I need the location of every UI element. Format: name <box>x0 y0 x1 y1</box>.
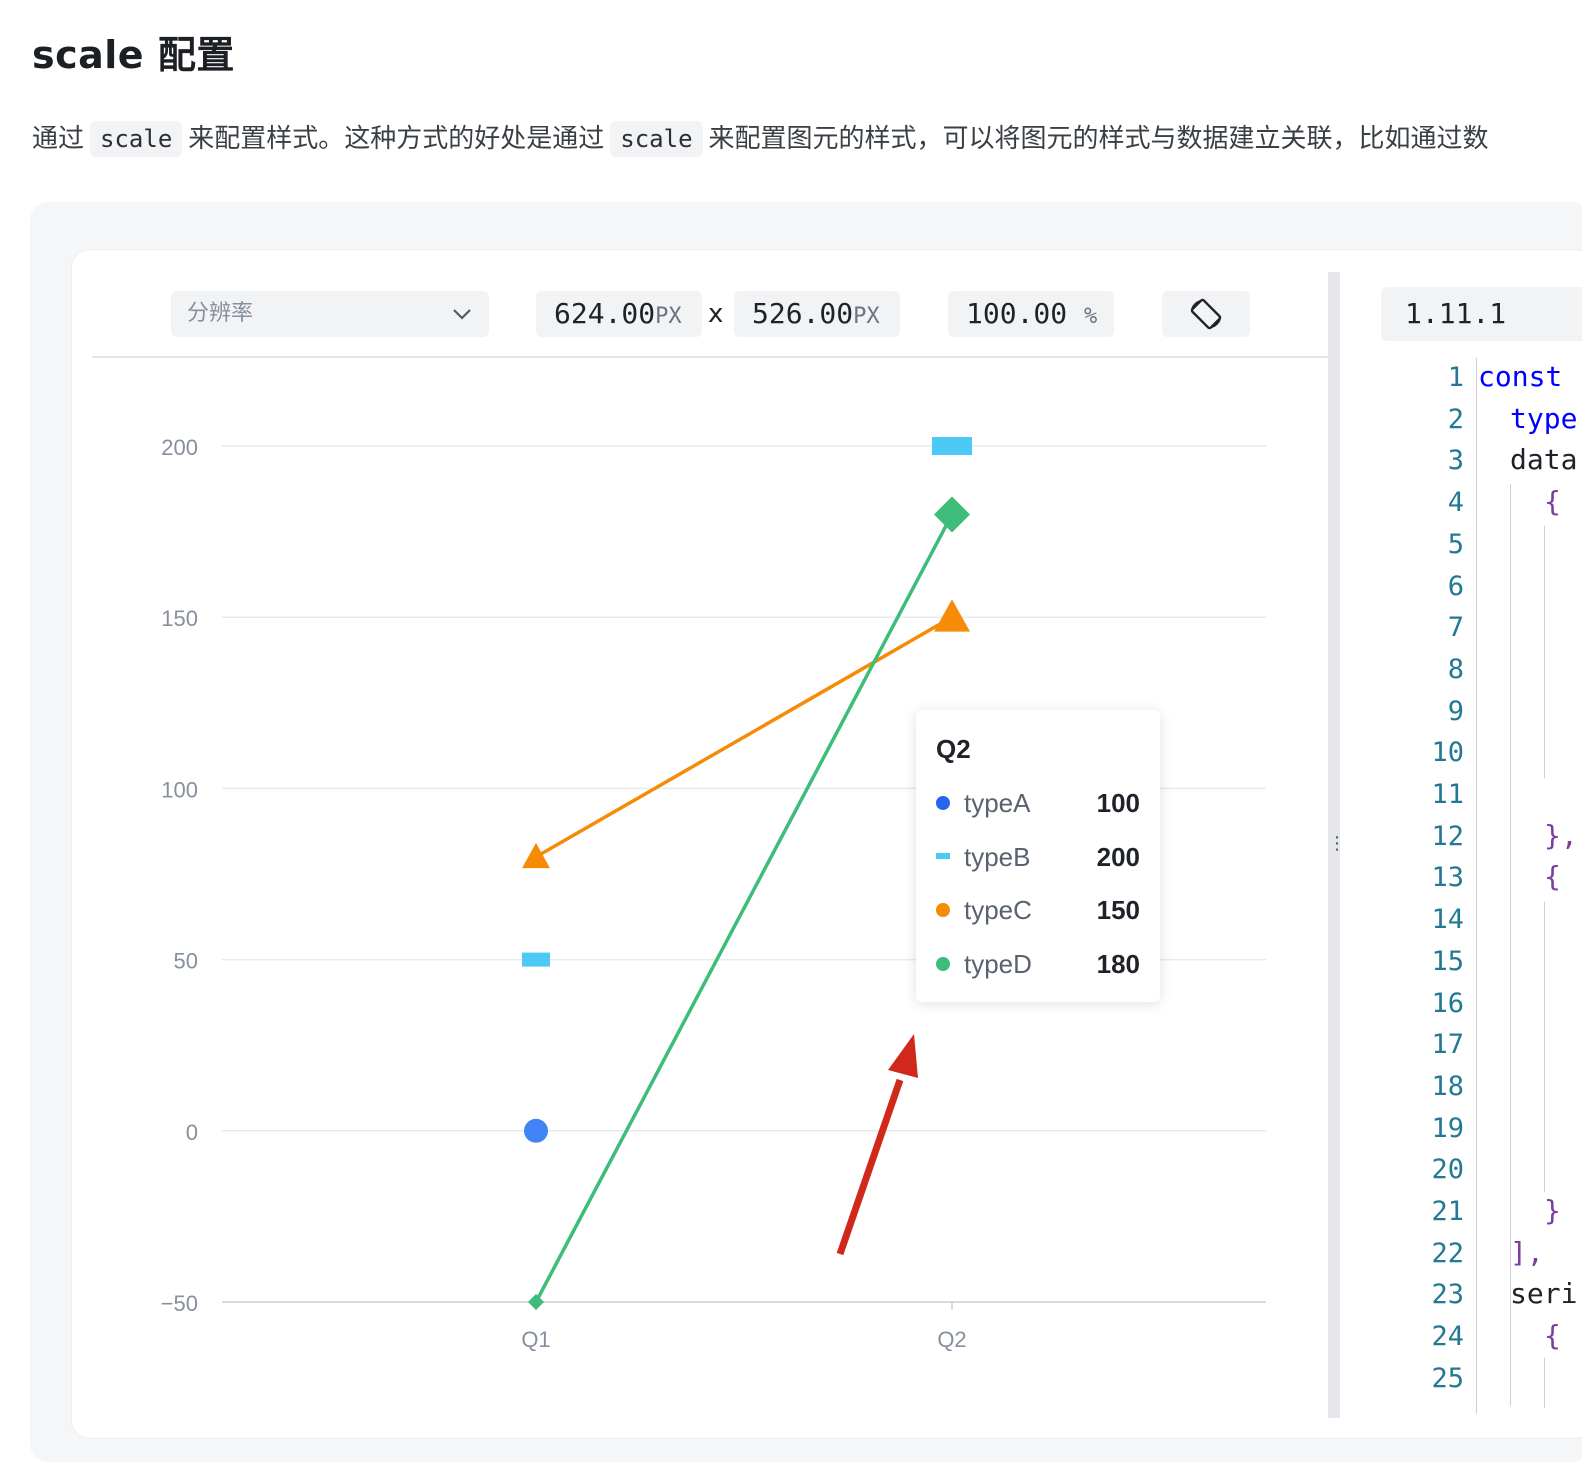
line-number: 16 <box>1431 987 1464 1019</box>
annotation-arrow-shaft <box>836 1078 904 1256</box>
tooltip-series-value: 150 <box>1096 895 1140 925</box>
tooltip-title: Q2 <box>936 734 971 764</box>
point-typeB-Q1 <box>522 952 550 967</box>
y-tick-label: 100 <box>161 777 198 802</box>
code-line-3: data <box>1510 443 1578 477</box>
line-number: 13 <box>1431 862 1464 894</box>
version-value: 1.11.1 <box>1405 297 1507 330</box>
line-number: 23 <box>1431 1279 1464 1311</box>
x-tick-label: Q2 <box>937 1327 966 1352</box>
y-tick-label: 150 <box>161 606 198 631</box>
line-number: 17 <box>1431 1029 1464 1061</box>
code-line-22: ], <box>1510 1235 1544 1269</box>
point-typeB-Q2 <box>932 437 972 455</box>
line-number: 25 <box>1431 1362 1464 1394</box>
y-tick-label: 0 <box>186 1120 198 1145</box>
tooltip-series-name: typeD <box>964 948 1032 979</box>
line-number: 5 <box>1447 528 1464 560</box>
tooltip-row: typeA 100 <box>936 788 1140 818</box>
tooltip-series-name: typeC <box>964 895 1032 925</box>
code-line-23: seri <box>1510 1277 1578 1311</box>
line-number: 21 <box>1431 1196 1464 1227</box>
point-typeA-Q1 <box>524 1118 548 1143</box>
tooltip-series-value: 200 <box>1096 841 1140 872</box>
line-number: 1 <box>1447 362 1464 393</box>
code-line-21: } <box>1544 1194 1561 1227</box>
line-number: 12 <box>1431 820 1464 852</box>
tooltip-marker-icon <box>936 956 950 971</box>
chart-tooltip: Q2 typeA 100 typeB 200 typeC 150 typeD 180 <box>916 710 1160 1002</box>
line-number: 3 <box>1447 445 1464 477</box>
code-line-1: const <box>1478 360 1563 393</box>
line-number: 8 <box>1447 653 1464 685</box>
drag-handle-icon[interactable]: ⋮⋮ <box>1328 834 1364 852</box>
tooltip-row: typeD 180 <box>936 949 1140 979</box>
line-number: 18 <box>1431 1070 1464 1102</box>
line-number: 7 <box>1447 612 1464 644</box>
code-line-4: { <box>1544 485 1561 519</box>
line-number: 22 <box>1431 1237 1464 1269</box>
tooltip-series-value: 180 <box>1096 948 1140 979</box>
line-number: 2 <box>1447 403 1464 435</box>
line-number: 24 <box>1431 1321 1464 1353</box>
tooltip-marker-icon <box>936 796 950 810</box>
tooltip-row: typeB 200 <box>936 842 1140 872</box>
tooltip-series-name: typeB <box>964 841 1031 872</box>
line-number: 20 <box>1431 1154 1464 1186</box>
point-typeD-Q2 <box>934 496 970 533</box>
tooltip-marker-icon <box>936 903 950 917</box>
y-tick-label: 50 <box>174 949 198 974</box>
tooltip-series-value: 100 <box>1096 788 1140 818</box>
line-number: 9 <box>1447 695 1464 727</box>
series-line-typeD <box>534 513 954 1303</box>
code-line-2: type <box>1510 401 1578 435</box>
point-typeC-Q2 <box>934 599 970 632</box>
line-number: 6 <box>1447 570 1464 602</box>
y-tick-label: −50 <box>161 1291 198 1316</box>
line-number: 11 <box>1431 779 1464 810</box>
line-number: 10 <box>1431 737 1464 769</box>
code-line-12: }, <box>1544 818 1578 852</box>
tooltip-row: typeC 150 <box>936 895 1140 925</box>
point-typeC-Q1 <box>522 842 550 869</box>
point-typeD-Q1 <box>528 1294 544 1310</box>
tooltip-marker-icon <box>936 852 950 859</box>
annotation-arrow-head <box>888 1034 918 1078</box>
y-tick-label: 200 <box>161 435 198 460</box>
line-number: 4 <box>1447 487 1464 519</box>
code-line-24: { <box>1544 1319 1561 1353</box>
line-number: 15 <box>1431 945 1464 977</box>
line-number: 19 <box>1431 1112 1464 1144</box>
code-line-13: { <box>1544 860 1561 894</box>
code-editor[interactable]: 1 2 3 4 5 6 7 8 9 10 11 12 13 14 15 16 17 18 19 20 21 22 23 24 2… <box>1340 358 1582 1414</box>
series-line-typeC <box>535 615 953 859</box>
line-number: 14 <box>1431 904 1464 936</box>
tooltip-series-name: typeA <box>964 788 1031 818</box>
x-tick-label: Q1 <box>521 1327 550 1352</box>
version-select[interactable]: 1.11.1 <box>1381 287 1582 341</box>
